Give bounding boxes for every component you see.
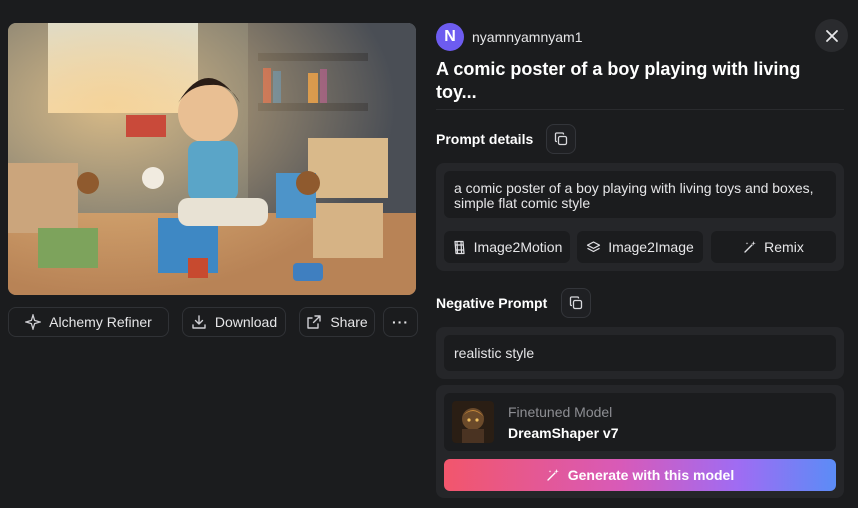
share-icon <box>307 315 322 329</box>
model-name: DreamShaper v7 <box>508 425 619 441</box>
layers-icon <box>587 240 601 252</box>
download-icon <box>192 315 206 329</box>
divider <box>436 109 844 110</box>
more-options-button[interactable]: ··· <box>383 307 418 337</box>
page-title: A comic poster of a boy playing with liv… <box>436 59 801 102</box>
remix-button[interactable]: Remix <box>711 231 836 263</box>
negative-prompt-label: Negative Prompt <box>436 295 548 311</box>
close-button[interactable] <box>815 19 848 52</box>
share-button[interactable]: Share <box>299 307 375 337</box>
model-thumbnail <box>452 401 494 443</box>
share-label: Share <box>330 314 368 330</box>
prompt-text: a comic poster of a boy playing with liv… <box>444 171 836 218</box>
motion-icon <box>454 240 465 254</box>
image2motion-button[interactable]: Image2Motion <box>444 231 570 263</box>
model-thumbnail-art <box>452 401 494 443</box>
generated-image[interactable] <box>8 23 416 295</box>
generate-label: Generate with this model <box>567 467 735 483</box>
close-icon <box>825 29 838 42</box>
alchemy-refiner-button[interactable]: Alchemy Refiner <box>8 307 169 337</box>
alchemy-refiner-label: Alchemy Refiner <box>49 314 152 330</box>
copy-prompt-button[interactable] <box>546 124 576 154</box>
model-type-label: Finetuned Model <box>508 404 613 420</box>
copy-icon <box>554 132 568 146</box>
image2motion-label: Image2Motion <box>473 239 563 255</box>
more-icon: ··· <box>392 314 409 330</box>
avatar-letter: N <box>444 28 456 45</box>
generate-with-model-button[interactable]: Generate with this model <box>444 459 836 491</box>
prompt-details-label: Prompt details <box>436 131 534 147</box>
negative-prompt-text: realistic style <box>444 335 836 371</box>
avatar[interactable]: N <box>436 23 464 51</box>
image2image-button[interactable]: Image2Image <box>577 231 703 263</box>
generated-image-illustration <box>8 23 416 295</box>
remix-label: Remix <box>764 239 804 255</box>
alchemy-icon <box>25 314 42 330</box>
copy-negative-prompt-button[interactable] <box>561 288 591 318</box>
magic-wand-icon <box>744 241 756 253</box>
image2image-label: Image2Image <box>608 239 694 255</box>
username[interactable]: nyamnyamnyam1 <box>472 29 583 45</box>
copy-icon <box>569 296 583 310</box>
download-label: Download <box>214 314 278 330</box>
download-button[interactable]: Download <box>182 307 286 337</box>
magic-wand-icon <box>547 469 559 481</box>
model-card[interactable] <box>444 393 836 451</box>
